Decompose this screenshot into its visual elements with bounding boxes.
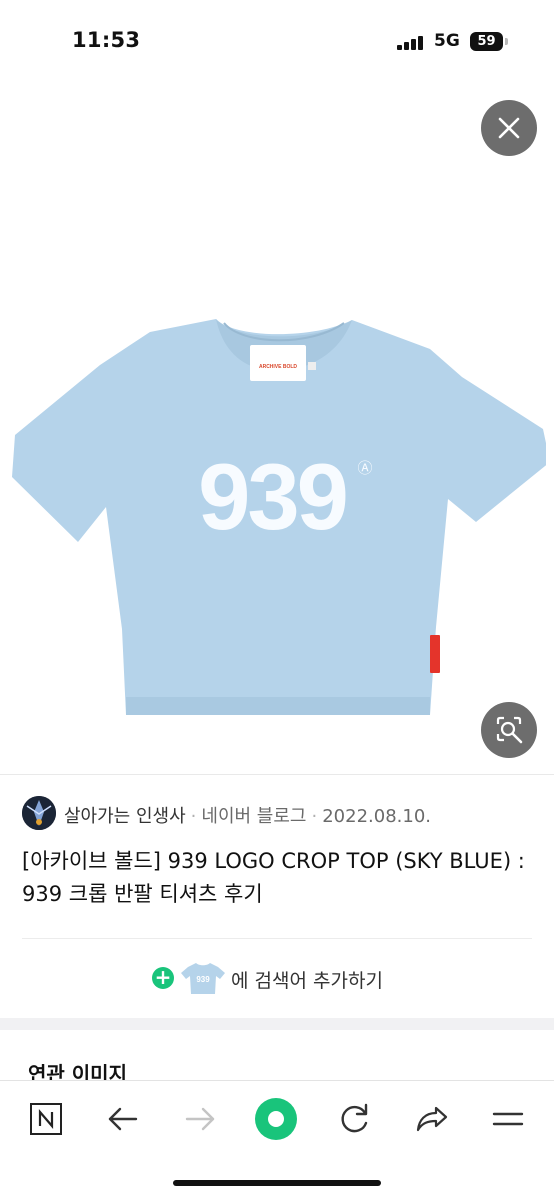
forward-arrow-icon [185,1107,215,1131]
source-name: 살아가는 인생사 [64,806,186,827]
reload-icon [341,1103,368,1133]
shirt-print-mark: Ⓐ [357,459,372,477]
menu-button[interactable] [484,1095,532,1143]
add-term-label: 에 검색어 추가하기 [231,970,383,992]
image-search-button[interactable] [481,702,537,758]
add-search-term-button[interactable]: + 939 에 검색어 추가하기 [150,960,450,996]
side-tab [430,635,440,673]
source-date: 2022.08.10. [322,806,432,827]
back-button[interactable] [99,1095,147,1143]
green-dot-button[interactable] [250,1093,302,1145]
neck-label [250,345,306,381]
result-title[interactable]: [아카이브 볼드] 939 LOGO CROP TOP (SKY BLUE) :… [22,845,534,911]
source-platform: 네이버 블로그 [201,806,307,827]
share-button[interactable] [408,1095,456,1143]
naver-home-icon [30,1103,62,1135]
source-text: 살아가는 인생사 · 네이버 블로그 · 2022.08.10. [64,806,432,827]
status-time: 11:53 [72,28,141,52]
green-dot-icon [255,1098,297,1140]
shirt-print: 939 [198,444,346,549]
battery-icon: 59 [470,32,503,51]
home-indicator[interactable] [173,1180,381,1186]
network-type: 5G [434,31,460,51]
close-button[interactable] [481,100,537,156]
product-image: ARCHIVE BOLD 939 Ⓐ [12,319,546,715]
plus-icon: + [152,967,174,989]
back-arrow-icon [108,1107,138,1131]
neck-label-text: ARCHIVE BOLD [259,364,297,370]
reload-button[interactable] [330,1095,378,1143]
image-viewer: ARCHIVE BOLD 939 Ⓐ [0,84,554,774]
battery-tip [505,38,508,45]
menu-icon [492,1112,524,1126]
forward-button[interactable] [176,1095,224,1143]
share-icon [416,1106,448,1132]
naver-home-button[interactable] [22,1095,70,1143]
signal-icon [397,36,425,50]
close-icon [498,117,520,139]
section-separator [0,1018,554,1030]
divider [0,774,554,775]
status-bar: 11:53 5G 59 [0,0,554,84]
avatar [22,796,56,830]
search-term-thumbnail: 939 [181,963,225,994]
image-search-icon [496,716,523,744]
divider [22,938,532,939]
source-row[interactable]: 살아가는 인생사 · 네이버 블로그 · 2022.08.10. [22,796,542,830]
thumb-print: 939 [196,975,210,984]
